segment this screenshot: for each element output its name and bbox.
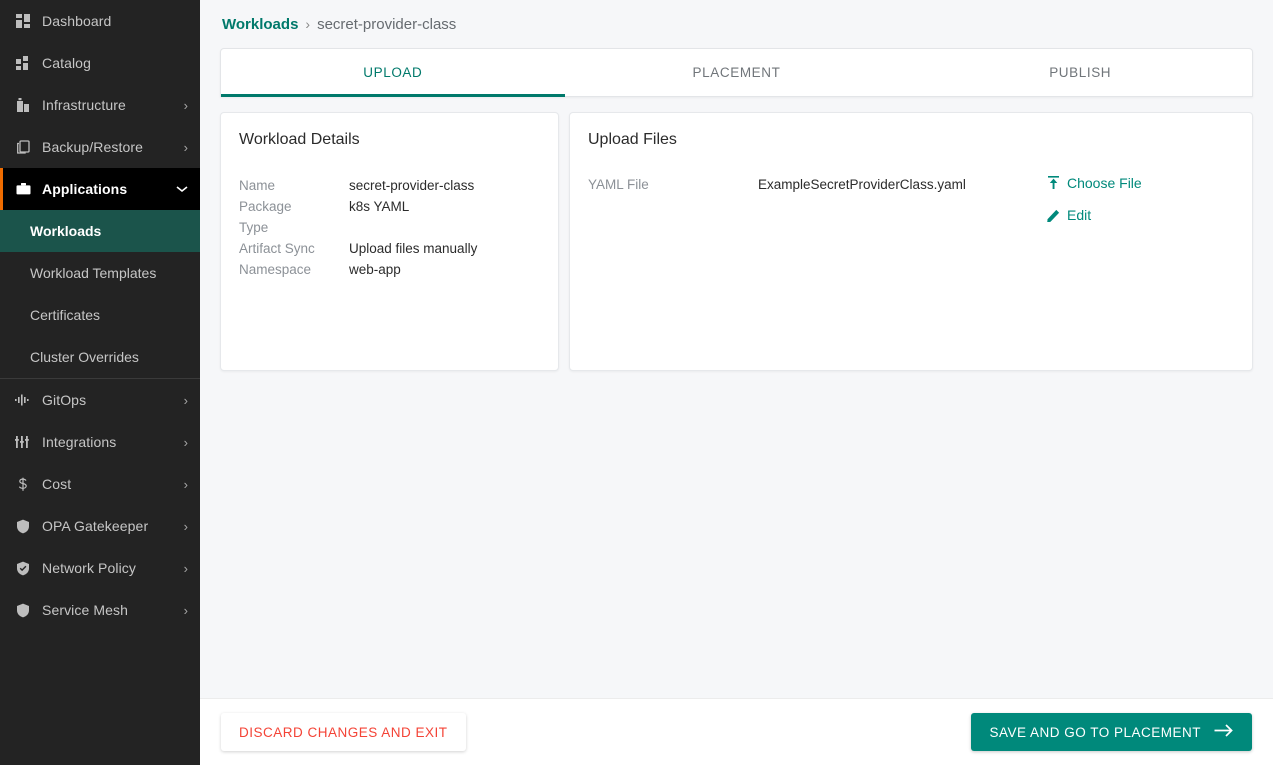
sidebar-item-catalog[interactable]: Catalog (0, 42, 200, 84)
sidebar-subitem-label: Workload Templates (30, 265, 157, 281)
yaml-file-label: YAML File (588, 177, 649, 192)
sliders-icon (10, 432, 36, 452)
tab-publish[interactable]: PUBLISH (908, 49, 1252, 96)
dollar-icon (10, 474, 36, 494)
sidebar-item-dashboard[interactable]: Dashboard (0, 0, 200, 42)
discard-changes-and-exit-button[interactable]: DISCARD CHANGES AND EXIT (221, 713, 466, 751)
tab-upload[interactable]: UPLOAD (221, 49, 565, 97)
sidebar-item-label: Applications (42, 181, 128, 197)
sidebar-item-workloads[interactable]: Workloads (0, 210, 200, 252)
workload-details-card: Workload Details Name secret-provider-cl… (220, 112, 559, 371)
choose-file-button[interactable]: Choose File (1044, 175, 1234, 191)
content-area: Workloads › secret-provider-class UPLOAD… (200, 0, 1273, 698)
save-and-go-to-placement-button[interactable]: SAVE AND GO TO PLACEMENT (971, 713, 1252, 751)
detail-key: Artifact Sync (239, 241, 315, 256)
sidebar-item-label: Backup/Restore (42, 139, 144, 155)
card-title: Upload Files (588, 131, 677, 148)
main-content: Workloads › secret-provider-class UPLOAD… (200, 0, 1273, 765)
sidebar-item-workload-templates[interactable]: Workload Templates (0, 252, 200, 294)
sidebar-item-cluster-overrides[interactable]: Cluster Overrides (0, 336, 200, 378)
sidebar-item-integrations[interactable]: Integrations › (0, 421, 200, 463)
sidebar-item-label: Infrastructure (42, 97, 126, 113)
copy-icon (10, 137, 36, 157)
detail-value: web-app (349, 262, 401, 277)
arrow-right-icon (1214, 723, 1234, 741)
detail-row-namespace: Namespace web-app (239, 259, 540, 280)
choose-file-label: Choose File (1067, 175, 1142, 191)
chevron-right-icon: › (183, 97, 188, 113)
chevron-right-icon: › (183, 392, 188, 408)
upload-files-card: Upload Files YAML File ExampleSecretProv… (569, 112, 1253, 371)
cards-row: Workload Details Name secret-provider-cl… (220, 112, 1253, 371)
upload-icon (1044, 176, 1062, 190)
yaml-file-name: ExampleSecretProviderClass.yaml (758, 177, 966, 192)
sidebar-item-label: Catalog (42, 55, 91, 71)
sidebar-item-backup-restore[interactable]: Backup/Restore › (0, 126, 200, 168)
detail-key: Package (239, 199, 292, 214)
detail-row-artifact-sync: Artifact Sync Upload files manually (239, 238, 540, 259)
detail-key: Name (239, 178, 276, 193)
breadcrumb-separator-icon: › (305, 16, 311, 32)
chevron-right-icon: › (183, 434, 188, 450)
upload-actions: Choose File Edit (1044, 175, 1234, 239)
building-icon (10, 95, 36, 115)
breadcrumb: Workloads › secret-provider-class (220, 0, 1253, 48)
dashboard-icon (10, 11, 36, 31)
briefcase-icon (10, 179, 36, 199)
sidebar-item-network-policy[interactable]: Network Policy › (0, 547, 200, 589)
chevron-right-icon: › (183, 602, 188, 618)
tab-label: PUBLISH (1049, 65, 1112, 80)
sidebar-item-label: OPA Gatekeeper (42, 518, 149, 534)
waveform-icon (10, 390, 36, 410)
edit-button[interactable]: Edit (1044, 207, 1234, 223)
card-title: Workload Details (239, 131, 360, 148)
sidebar-item-label: Service Mesh (42, 602, 129, 618)
sidebar-item-certificates[interactable]: Certificates (0, 294, 200, 336)
tab-label: PLACEMENT (692, 65, 781, 80)
detail-row-type: Type (239, 217, 540, 238)
shield-check-icon (10, 558, 36, 578)
chevron-down-icon (176, 185, 188, 193)
tab-bar: UPLOAD PLACEMENT PUBLISH (220, 48, 1253, 97)
sidebar-item-label: Network Policy (42, 560, 136, 576)
save-button-label: SAVE AND GO TO PLACEMENT (989, 724, 1201, 740)
sidebar-item-infrastructure[interactable]: Infrastructure › (0, 84, 200, 126)
chevron-right-icon: › (183, 139, 188, 155)
sidebar-item-label: Dashboard (42, 13, 112, 29)
shield-icon (10, 600, 36, 620)
yaml-file-row: YAML File ExampleSecretProviderClass.yam… (588, 175, 1234, 239)
detail-value: k8s YAML (349, 199, 410, 214)
detail-value: secret-provider-class (349, 178, 475, 193)
sidebar-subitem-label: Cluster Overrides (30, 349, 139, 365)
edit-label: Edit (1067, 207, 1092, 223)
chevron-right-icon: › (183, 518, 188, 534)
sidebar-item-service-mesh[interactable]: Service Mesh › (0, 589, 200, 631)
sidebar-item-applications[interactable]: Applications (0, 168, 200, 210)
sidebar-subitem-label: Workloads (30, 223, 102, 239)
sidebar-item-label: Cost (42, 476, 72, 492)
detail-key: Namespace (239, 262, 312, 277)
detail-value: Upload files manually (349, 241, 478, 256)
action-bar: DISCARD CHANGES AND EXIT SAVE AND GO TO … (200, 698, 1273, 765)
sidebar: Dashboard Catalog Infrastructure › Backu… (0, 0, 200, 765)
shield-icon (10, 516, 36, 536)
detail-row-name: Name secret-provider-class (239, 175, 540, 196)
chevron-right-icon: › (183, 476, 188, 492)
tab-label: UPLOAD (363, 65, 423, 80)
breadcrumb-parent-link[interactable]: Workloads (222, 16, 298, 33)
app-root: Dashboard Catalog Infrastructure › Backu… (0, 0, 1273, 765)
sidebar-item-cost[interactable]: Cost › (0, 463, 200, 505)
detail-key: Type (239, 220, 269, 235)
chevron-right-icon: › (183, 560, 188, 576)
tab-placement[interactable]: PLACEMENT (565, 49, 909, 96)
detail-row-package: Package k8s YAML (239, 196, 540, 217)
sidebar-item-opa-gatekeeper[interactable]: OPA Gatekeeper › (0, 505, 200, 547)
sidebar-item-label: GitOps (42, 392, 87, 408)
sidebar-item-gitops[interactable]: GitOps › (0, 379, 200, 421)
breadcrumb-current: secret-provider-class (317, 15, 457, 33)
catalog-grid-icon (10, 53, 36, 73)
sidebar-item-label: Integrations (42, 434, 117, 450)
sidebar-subitem-label: Certificates (30, 307, 101, 323)
pencil-icon (1044, 209, 1062, 222)
